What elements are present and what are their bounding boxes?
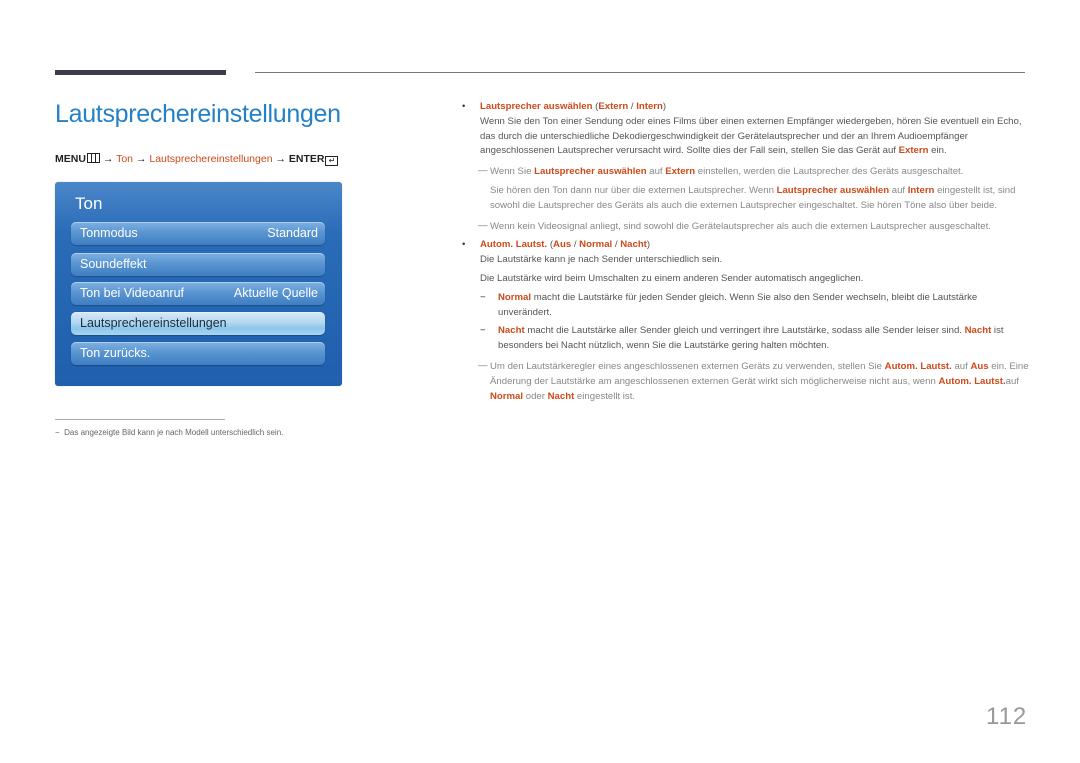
osd-item-label: Ton zurücks. <box>80 346 151 360</box>
osd-item-tonmodus[interactable]: Tonmodus Standard <box>71 222 325 245</box>
section-heading-lautsprecher: • Lautsprecher auswählen (Extern / Inter… <box>460 100 1030 115</box>
footnote-mark: − <box>55 428 60 437</box>
term: Nacht <box>964 325 992 337</box>
note: — Wenn kein Videosignal anliegt, sind so… <box>460 220 1030 235</box>
osd-item-soundeffekt[interactable]: Soundeffekt <box>71 253 325 276</box>
text: auf <box>951 360 971 372</box>
osd-item-ton-zuruecks[interactable]: Ton zurücks. <box>71 342 325 365</box>
arrow: → <box>102 153 114 165</box>
menu-icon <box>86 153 100 163</box>
enter-label: ENTER <box>288 153 325 165</box>
path-target: Lautsprechereinstellungen <box>149 153 273 165</box>
term: Autom. Lautst. <box>938 375 1006 387</box>
text: einstellen, werden die Lautsprecher des … <box>695 166 964 178</box>
text: ) <box>662 101 667 112</box>
term: Nacht <box>620 239 647 251</box>
term: Normal <box>490 390 524 402</box>
paragraph: Die Lautstärke kann je nach Sender unter… <box>480 254 723 266</box>
arrow: → <box>275 153 286 165</box>
sub-item-nacht: − Nacht macht die Lautstärke aller Sende… <box>460 324 1030 354</box>
osd-item-ton-bei-videoanruf[interactable]: Ton bei Videoanruf Aktuelle Quelle <box>71 282 325 305</box>
note-continued: Sie hören den Ton dann nur über die exte… <box>460 184 1030 214</box>
term: Normal <box>498 291 532 303</box>
term: Lautsprecher auswählen <box>776 184 890 196</box>
note-icon: — <box>478 219 488 231</box>
note-icon: — <box>478 165 488 177</box>
bullet-icon: • <box>462 101 466 112</box>
paragraph: Die Lautstärke wird beim Umschalten zu e… <box>480 272 864 284</box>
menu-path-breadcrumb: MENU → Ton → Lautsprechereinstellungen →… <box>55 153 339 166</box>
footnote: − Das angezeigte Bild kann je nach Model… <box>55 428 283 437</box>
term: Lautsprecher auswählen <box>534 166 647 178</box>
text: macht die Lautstärke für jeden Sender gl… <box>498 291 978 318</box>
header-rule-thick <box>55 70 226 75</box>
footnote-divider <box>55 419 225 420</box>
term: Autom. Lautst. <box>884 360 952 372</box>
text: auf <box>1005 375 1019 387</box>
text: Wenn kein Videosignal anliegt, sind sowo… <box>490 220 991 232</box>
term: Normal <box>579 239 613 251</box>
term: Autom. Lautst. <box>480 239 548 251</box>
osd-item-label: Soundeffekt <box>80 257 147 271</box>
osd-ton-menu: Ton Tonmodus Standard Soundeffekt Ton be… <box>55 182 342 386</box>
note: — Wenn Sie Lautsprecher auswählen auf Ex… <box>460 165 1030 180</box>
text: Wenn Sie <box>490 166 535 178</box>
arrow: → <box>135 153 147 165</box>
text: auf <box>646 166 666 178</box>
text: macht die Lautstärke aller Sender gleich… <box>524 325 965 337</box>
term: Intern <box>636 101 663 112</box>
dash-icon: − <box>480 325 486 337</box>
paragraph: Wenn Sie den Ton einer Sendung oder eine… <box>460 115 1030 159</box>
note-icon: — <box>478 359 488 371</box>
term: Aus <box>970 360 989 372</box>
osd-item-label: Lautsprechereinstellungen <box>80 316 227 330</box>
text: Sie hören den Ton dann nur über die exte… <box>490 184 777 196</box>
text: eingestellt ist. <box>574 390 636 402</box>
osd-item-value: Standard <box>267 226 318 240</box>
content-column: • Lautsprecher auswählen (Extern / Inter… <box>460 100 1030 404</box>
term: Nacht <box>498 325 525 337</box>
osd-item-label: Ton bei Videoanruf <box>80 286 185 300</box>
text: auf <box>889 184 908 196</box>
section-heading-autom-lautst: • Autom. Lautst. (Aus / Normal / Nacht) <box>460 238 1030 253</box>
dash-icon: − <box>480 291 486 303</box>
note: — Um den Lautstärkeregler eines angeschl… <box>460 360 1030 404</box>
text: ) <box>646 239 651 251</box>
header-rule-thin <box>255 72 1025 73</box>
text: Um den Lautstärkeregler eines angeschlos… <box>490 360 885 372</box>
term: Extern <box>898 145 929 157</box>
osd-item-lautsprechereinstellungen[interactable]: Lautsprechereinstellungen <box>71 312 325 335</box>
osd-item-label: Tonmodus <box>80 226 138 240</box>
menu-label: MENU <box>55 153 86 165</box>
bullet-icon: • <box>462 239 466 251</box>
text: ein. <box>928 145 947 157</box>
page-title: Lautsprechereinstellungen <box>55 100 341 128</box>
term: Aus <box>553 239 572 251</box>
term: Extern <box>598 101 629 112</box>
term: Lautsprecher auswählen <box>480 101 593 112</box>
sub-item-normal: − Normal macht die Lautstärke für jeden … <box>460 291 1030 321</box>
term: Nacht <box>547 390 575 402</box>
osd-item-value: Aktuelle Quelle <box>233 286 318 300</box>
path-ton: Ton <box>116 153 134 165</box>
text: oder <box>523 390 548 402</box>
page-number: 112 <box>986 703 1028 730</box>
term: Intern <box>907 184 935 196</box>
term: Extern <box>665 166 696 178</box>
footnote-text: Das angezeigte Bild kann je nach Modell … <box>64 428 284 437</box>
osd-title: Ton <box>75 194 103 213</box>
text: / <box>571 239 580 251</box>
enter-icon: ↵ <box>325 156 339 166</box>
